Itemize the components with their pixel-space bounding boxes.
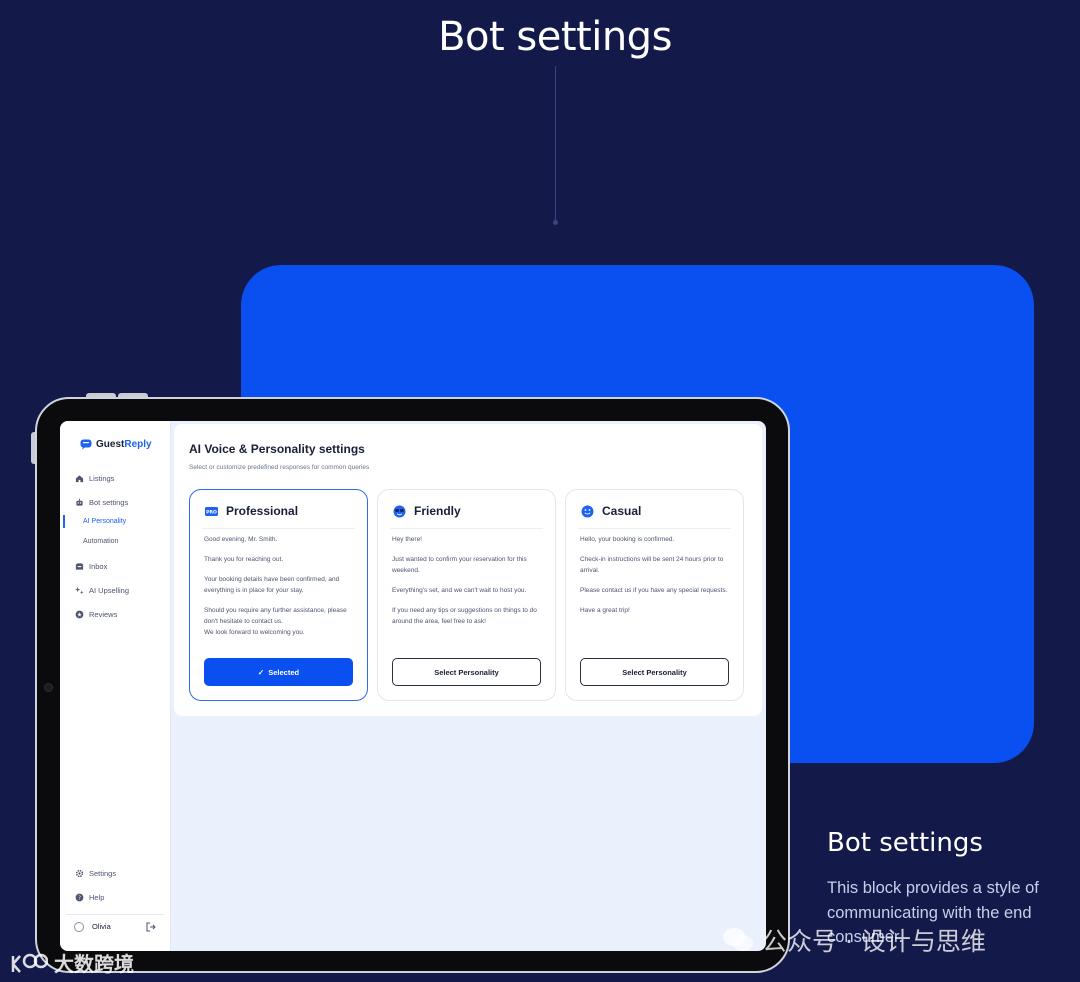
smiley-icon xyxy=(581,505,594,517)
watermark-text: 大数跨境 xyxy=(54,952,134,976)
watermark-text: 公众号 · 设计与思维 xyxy=(762,927,986,956)
wechat-icon xyxy=(723,928,753,951)
inbox-icon xyxy=(75,563,84,570)
card-sample-message: Hey there! Just wanted to confirm your r… xyxy=(392,534,542,636)
page-title: AI Voice & Personality settings xyxy=(189,442,365,456)
sidebar-item-inbox[interactable]: Inbox xyxy=(75,562,107,571)
select-personality-button[interactable]: Select Personality xyxy=(580,658,729,686)
help-icon: ? xyxy=(75,893,84,902)
personality-card-casual[interactable]: Casual Hello, your booking is confirmed.… xyxy=(565,489,744,701)
connector-dot xyxy=(553,220,558,225)
card-title: Casual xyxy=(602,504,642,518)
sidebar-item-label: Settings xyxy=(89,869,117,878)
card-title: Friendly xyxy=(414,504,461,518)
svg-text:?: ? xyxy=(78,896,81,902)
avatar xyxy=(74,921,84,932)
message-line: Hey there! xyxy=(392,536,422,543)
pro-badge-text: PRO xyxy=(206,509,217,515)
message-line: Should you require any further assistanc… xyxy=(204,607,347,625)
card-header: Casual xyxy=(581,504,641,518)
user-profile-row[interactable]: Olivia xyxy=(66,914,164,938)
wechat-watermark: 公众号 · 设计与思维 xyxy=(722,922,986,958)
sidebar-item-label: Listings xyxy=(89,474,115,483)
pro-badge-icon: PRO xyxy=(205,506,218,516)
message-line: Your booking details have been confirmed… xyxy=(204,576,340,594)
page-subtitle: Select or customize predefined responses… xyxy=(189,464,370,471)
active-indicator xyxy=(63,515,65,528)
sidebar-item-listings[interactable]: Listings xyxy=(75,474,114,483)
user-name: Olivia xyxy=(92,922,111,931)
home-icon xyxy=(75,475,84,483)
logout-icon[interactable] xyxy=(146,922,156,932)
sidebar-item-settings[interactable]: Settings xyxy=(75,869,116,878)
message-line: We look forward to welcoming you. xyxy=(204,629,305,636)
sidebar-item-reviews[interactable]: Reviews xyxy=(75,610,117,619)
card-sample-message: Good evening, Mr. Smith. Thank you for r… xyxy=(204,534,354,647)
divider xyxy=(390,528,543,529)
message-line: If you need any tips or suggestions on t… xyxy=(392,607,537,625)
selected-button[interactable]: ✓ Selected xyxy=(204,658,353,686)
card-sample-message: Hello, your booking is confirmed. Check-… xyxy=(580,534,730,625)
divider xyxy=(202,528,355,529)
chat-bubble-icon xyxy=(80,439,92,450)
tablet-camera xyxy=(44,683,53,692)
card-header: Friendly xyxy=(393,504,461,518)
brand-logo-icon xyxy=(11,953,48,973)
button-label: Select Personality xyxy=(622,667,687,677)
sidebar-item-bot-settings[interactable]: Bot settings xyxy=(75,498,128,507)
robot-icon xyxy=(76,498,83,506)
message-line: Everything's set, and we can't wait to h… xyxy=(392,587,527,594)
message-line: Please contact us if you have any specia… xyxy=(580,587,728,594)
message-line: Hello, your booking is confirmed. xyxy=(580,536,675,543)
select-personality-button[interactable]: Select Personality xyxy=(392,658,541,686)
button-label: Select Personality xyxy=(434,667,499,677)
check-icon: ✓ xyxy=(257,667,265,677)
personality-card-professional[interactable]: PRO Professional Good evening, Mr. Smith… xyxy=(189,489,368,701)
message-line: Have a great trip! xyxy=(580,607,630,614)
sparkles-icon xyxy=(75,586,84,595)
personality-settings-card: AI Voice & Personality settings Select o… xyxy=(174,424,762,716)
app-logo[interactable]: Guest Reply xyxy=(80,439,152,450)
sidebar-item-label: AI Upselling xyxy=(89,586,130,595)
app-screen: Guest Reply Listings Bot settings AI Pers… xyxy=(60,421,766,951)
message-line: Just wanted to confirm your reservation … xyxy=(392,556,527,574)
card-header: PRO Professional xyxy=(205,504,298,518)
caption-title: Bot settings xyxy=(827,828,983,858)
button-label: Selected xyxy=(268,667,300,677)
personality-card-friendly[interactable]: Friendly Hey there! Just wanted to confi… xyxy=(377,489,556,701)
sidebar: Guest Reply Listings Bot settings AI Pers… xyxy=(60,421,171,951)
star-circle-icon xyxy=(75,610,84,619)
message-line: Good evening, Mr. Smith. xyxy=(204,536,278,543)
logo-text-reply: Reply xyxy=(124,439,152,450)
hero-title: Bot settings xyxy=(438,14,672,60)
sidebar-item-ai-upselling[interactable]: AI Upselling xyxy=(75,586,129,595)
gear-icon xyxy=(75,869,84,878)
message-line: Thank you for reaching out. xyxy=(204,556,284,563)
sidebar-item-label: Bot settings xyxy=(89,498,129,507)
sidebar-subitem-ai-personality[interactable]: AI Personality xyxy=(83,518,126,525)
divider xyxy=(578,528,731,529)
sidebar-item-label: Help xyxy=(89,893,105,902)
brand-watermark: 大数跨境 xyxy=(10,948,134,977)
sunglasses-face-icon xyxy=(393,505,406,517)
sidebar-item-label: Reviews xyxy=(89,610,118,619)
sidebar-item-help[interactable]: ? Help xyxy=(75,893,104,902)
card-title: Professional xyxy=(226,504,299,518)
connector-line xyxy=(555,66,556,222)
message-line: Check-in instructions will be sent 24 ho… xyxy=(580,556,724,574)
sidebar-subitem-automation[interactable]: Automation xyxy=(83,538,118,545)
logo-text-guest: Guest xyxy=(96,439,125,450)
sidebar-item-label: Inbox xyxy=(89,562,108,571)
